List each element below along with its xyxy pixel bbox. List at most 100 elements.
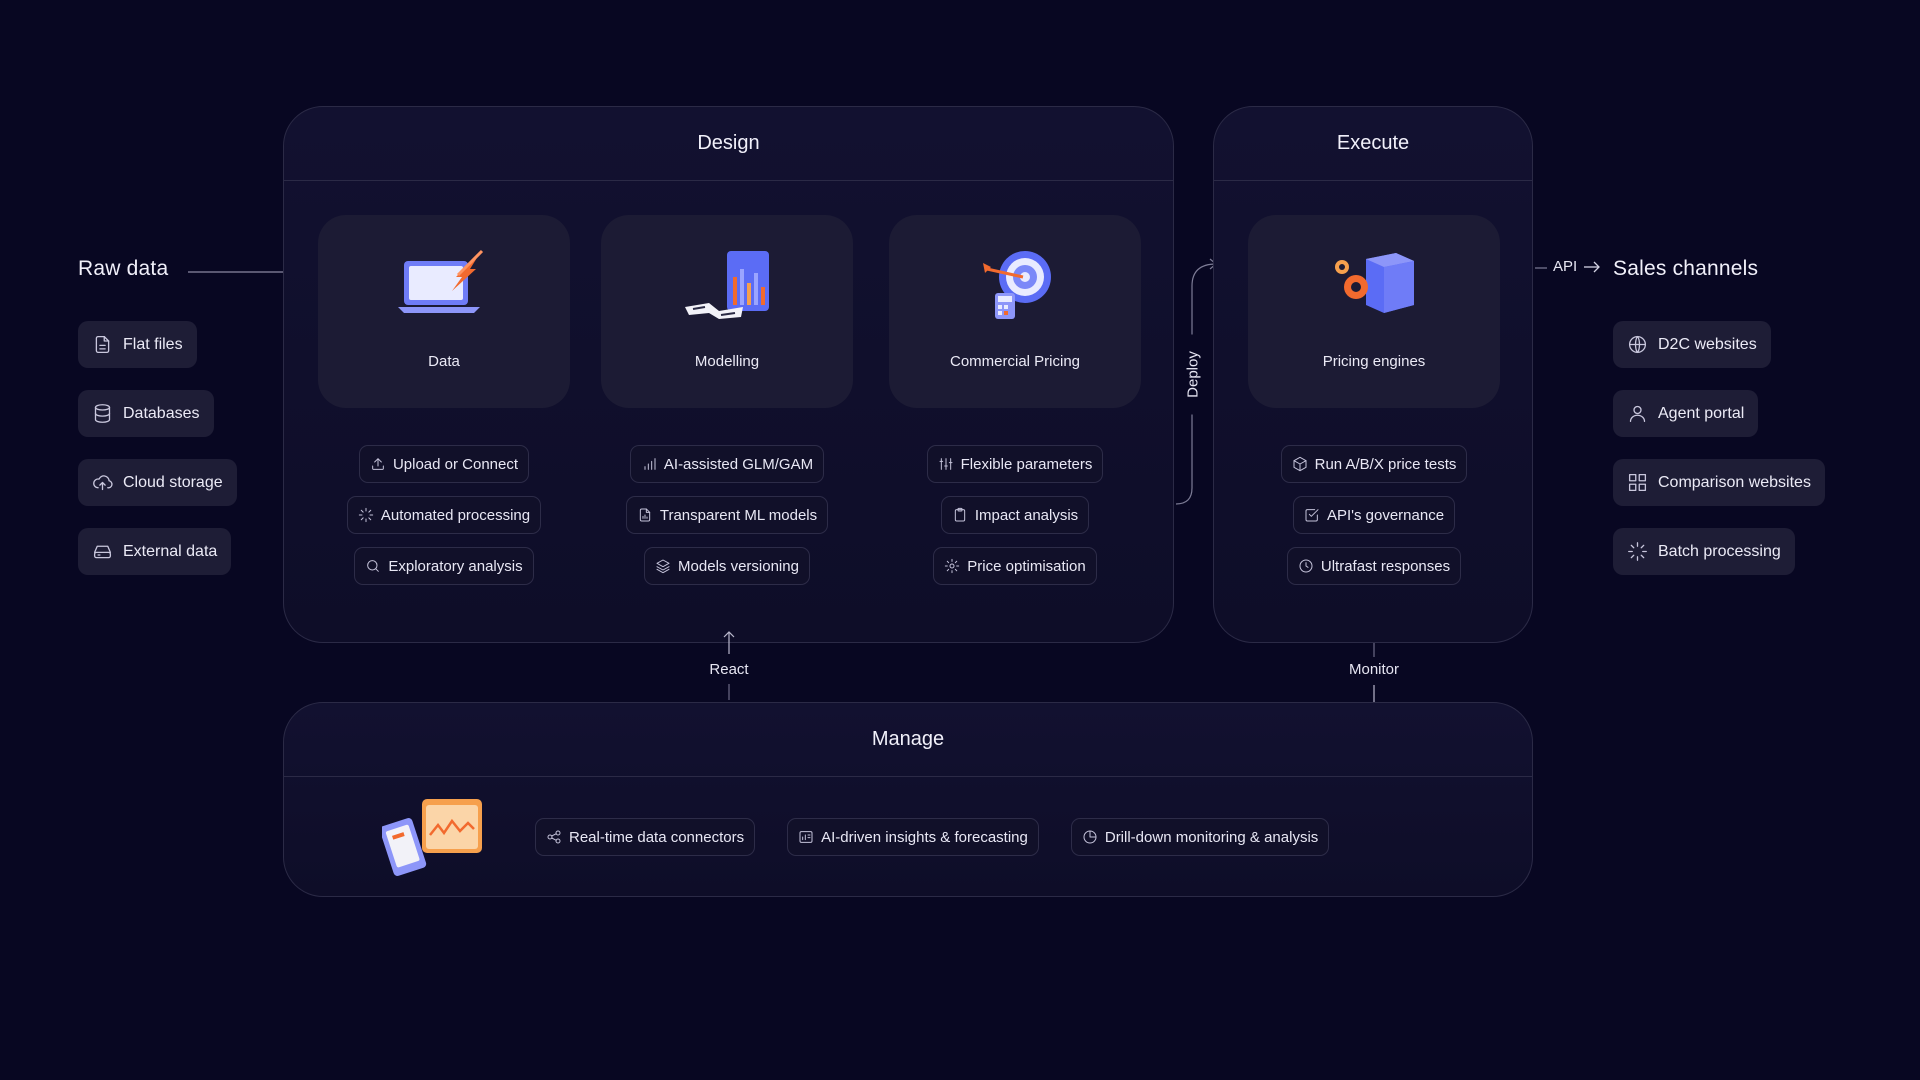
- api-label: API: [1553, 258, 1578, 275]
- feature-label: Exploratory analysis: [388, 557, 523, 575]
- feature-exploratory-analysis[interactable]: Exploratory analysis: [354, 547, 534, 585]
- raw-data-item-label: Databases: [123, 404, 200, 422]
- monitor-label: Monitor: [1348, 661, 1400, 678]
- upload-icon: [372, 458, 384, 470]
- raw-data-list: Flat files Databases Cloud storage Exter…: [78, 321, 237, 575]
- loader-icon: [358, 507, 374, 523]
- api-connector: API: [1553, 258, 1601, 275]
- design-card-label: Data: [428, 353, 460, 370]
- check-square-icon: [1305, 509, 1319, 522]
- feature-label: Ultrafast responses: [1320, 557, 1451, 575]
- deploy-label: Deploy: [1184, 334, 1202, 415]
- sales-channel-agent-portal[interactable]: Agent portal: [1613, 390, 1759, 437]
- feature-label: Impact analysis: [974, 506, 1079, 524]
- dashboard-icon: [799, 831, 813, 843]
- raw-data-item-label: External data: [123, 542, 218, 560]
- globe-icon: [1628, 335, 1647, 354]
- sliders-icon: [939, 458, 953, 470]
- chart-tablet-illustration: [685, 251, 769, 319]
- api-tick: [1535, 267, 1547, 269]
- design-title: Design: [284, 107, 1173, 181]
- feature-impact-analysis[interactable]: Impact analysis: [940, 496, 1090, 534]
- raw-data-item-cloud-storage[interactable]: Cloud storage: [78, 459, 237, 506]
- box-icon: [1293, 456, 1307, 472]
- feature-automated-processing[interactable]: Automated processing: [346, 496, 542, 534]
- sales-channel-label: Agent portal: [1658, 404, 1745, 422]
- sales-channel-batch-processing[interactable]: Batch processing: [1613, 528, 1795, 575]
- sales-channel-label: Batch processing: [1658, 542, 1781, 560]
- arrow-right-icon: [1584, 261, 1601, 272]
- feature-ai-assisted-glm-gam[interactable]: AI-assisted GLM/GAM: [629, 445, 825, 483]
- feature-label: AI-assisted GLM/GAM: [663, 455, 814, 473]
- feature-label: AI-driven insights & forecasting: [821, 828, 1028, 846]
- grid-icon: [1628, 473, 1647, 492]
- execute-features: Run A/B/X price tests API's governance U…: [1244, 445, 1504, 585]
- feature-label: Drill-down monitoring & analysis: [1104, 828, 1319, 846]
- raw-data-item-databases[interactable]: Databases: [78, 390, 214, 437]
- sales-channels-list: D2C websites Agent portal Comparison web…: [1613, 321, 1825, 575]
- gear-icon: [945, 558, 960, 574]
- feature-label: API's governance: [1326, 506, 1445, 524]
- database-icon: [94, 404, 111, 423]
- design-modelling-features: AI-assisted GLM/GAM Transparent ML model…: [597, 445, 857, 585]
- sales-channels-title: Sales channels: [1613, 257, 1759, 280]
- execute-panel: Execute Pricing engines Run A/B/X price …: [1213, 106, 1533, 643]
- feature-label: Transparent ML models: [659, 506, 818, 524]
- search-icon: [367, 560, 380, 572]
- user-icon: [1629, 405, 1646, 423]
- dashboard-illustration: [382, 799, 482, 876]
- feature-ultrafast-responses[interactable]: Ultrafast responses: [1286, 547, 1462, 585]
- design-card-label: Modelling: [694, 353, 760, 370]
- feature-drill-down-monitoring[interactable]: Drill-down monitoring & analysis: [1070, 818, 1330, 856]
- feature-run-abx-price-tests[interactable]: Run A/B/X price tests: [1280, 445, 1468, 483]
- react-label: React: [709, 661, 749, 678]
- design-card-label: Commercial Pricing: [949, 353, 1081, 370]
- sales-channel-d2c-websites[interactable]: D2C websites: [1613, 321, 1771, 368]
- design-data-features: Upload or Connect Automated processing E…: [314, 445, 574, 585]
- feature-label: Upload or Connect: [392, 455, 519, 473]
- feature-label: Price optimisation: [967, 557, 1086, 575]
- laptop-arrow-illustration: [398, 249, 484, 313]
- manage-panel: Manage Real-time data connectors AI-driv…: [283, 702, 1533, 897]
- clipboard-icon: [954, 507, 965, 522]
- loader-icon: [1628, 542, 1647, 561]
- clock-icon: [1299, 559, 1313, 573]
- sales-channel-label: Comparison websites: [1658, 473, 1811, 491]
- feature-real-time-data-connectors[interactable]: Real-time data connectors: [535, 818, 756, 856]
- execute-title: Execute: [1214, 107, 1532, 181]
- cube-gears-illustration: [1335, 253, 1414, 313]
- layers-icon: [656, 559, 670, 574]
- design-card-commercial-pricing[interactable]: Commercial Pricing: [889, 215, 1141, 408]
- design-pricing-features: Flexible parameters Impact analysis Pric…: [885, 445, 1145, 585]
- feature-api-governance[interactable]: API's governance: [1292, 496, 1456, 534]
- feature-transparent-ml-models[interactable]: Transparent ML models: [625, 496, 829, 534]
- target-illustration: [983, 251, 1051, 319]
- feature-models-versioning[interactable]: Models versioning: [644, 547, 810, 585]
- feature-label: Automated processing: [380, 506, 531, 524]
- raw-data-item-flat-files[interactable]: Flat files: [78, 321, 197, 368]
- file-icon: [95, 335, 110, 354]
- bar-chart-icon: [644, 458, 656, 470]
- manage-features: Real-time data connectors AI-driven insi…: [535, 818, 1330, 856]
- execute-card-pricing-engines[interactable]: Pricing engines: [1248, 215, 1500, 408]
- raw-data-item-external-data[interactable]: External data: [78, 528, 232, 575]
- manage-title: Manage: [284, 703, 1532, 777]
- feature-label: Run A/B/X price tests: [1314, 455, 1457, 473]
- feature-label: Models versioning: [678, 557, 799, 575]
- feature-price-optimisation[interactable]: Price optimisation: [933, 547, 1097, 585]
- feature-upload-or-connect[interactable]: Upload or Connect: [358, 445, 530, 483]
- cloud-upload-icon: [93, 475, 113, 491]
- feature-flexible-parameters[interactable]: Flexible parameters: [926, 445, 1104, 483]
- share-icon: [547, 830, 561, 844]
- feature-ai-driven-insights[interactable]: AI-driven insights & forecasting: [787, 818, 1039, 856]
- sales-channel-comparison-websites[interactable]: Comparison websites: [1613, 459, 1825, 506]
- design-card-modelling[interactable]: Modelling: [601, 215, 853, 408]
- raw-data-item-label: Cloud storage: [123, 473, 223, 491]
- design-panel: Design Data Modelling Commercial Pricing…: [283, 106, 1174, 643]
- execute-card-label: Pricing engines: [1322, 353, 1426, 370]
- raw-data-item-label: Flat files: [123, 335, 183, 353]
- design-card-data[interactable]: Data: [318, 215, 570, 408]
- feature-label: Flexible parameters: [960, 455, 1093, 473]
- pie-icon: [1083, 830, 1097, 844]
- feature-label: Real-time data connectors: [569, 828, 745, 846]
